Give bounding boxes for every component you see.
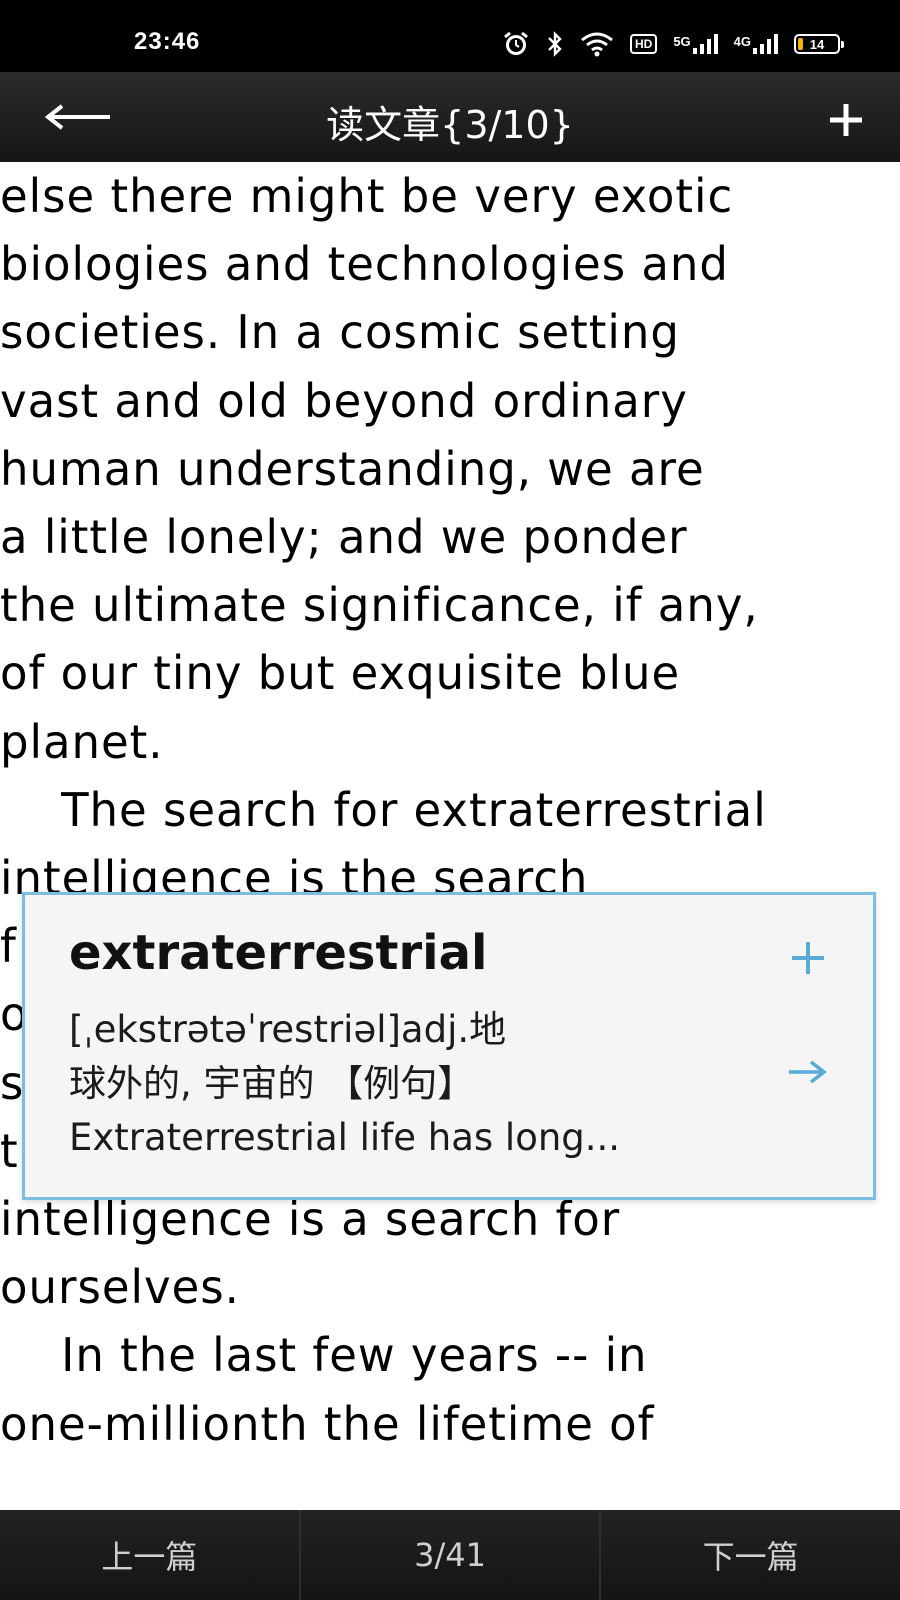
article-line: the ultimate significance, if any, [0,578,759,633]
wifi-icon [580,31,614,57]
article-line: one-millionth the lifetime of [0,1396,655,1451]
battery-level: 14 [809,36,825,52]
app-header: 读文章{3/10} [0,72,900,162]
hd-icon: HD [629,34,658,54]
signal-5g-icon: 5G [673,34,718,54]
dictionary-popup[interactable]: extraterrestrial [ˌekstrətəˈrestriəl]adj… [22,892,876,1200]
article-content[interactable]: else there might be very exotic biologies… [0,162,900,1510]
next-article-button[interactable]: 下一篇 [601,1510,900,1600]
article-line: vast and old beyond ordinary [0,373,688,428]
article-line: human understanding, we are [0,441,705,496]
add-word-plus-icon[interactable] [789,939,827,977]
status-icons: HD 5G 4G 14 [502,30,844,58]
signal-4g-icon: 4G [734,34,778,54]
bottom-nav-bar: 上一篇 3/41 下一篇 [0,1510,900,1600]
article-line: societies. In a cosmic setting [0,305,680,360]
definition-line: Extraterrestrial life has long... [69,1116,621,1159]
plus-icon[interactable] [828,102,864,138]
popup-word: extraterrestrial [69,925,488,981]
status-bar: 23:46 HD 5G 4G 14 [0,0,900,72]
arrow-right-icon[interactable] [787,1055,827,1089]
article-line: ourselves. [0,1260,240,1315]
article-line: of our tiny but exquisite blue [0,646,681,701]
article-line: The search for extraterrestrial [0,782,767,837]
page-title: 读文章{3/10} [326,103,574,147]
article-line: In the last few years -- in [0,1328,648,1383]
status-time: 23:46 [134,28,201,55]
battery-icon: 14 [794,34,844,54]
prev-article-button[interactable]: 上一篇 [0,1510,299,1600]
article-line: a little lonely; and we ponder [0,510,688,565]
article-line: else there might be very exotic [0,169,734,223]
net-4g-label: 4G [733,34,751,49]
article-line: planet. [0,714,164,769]
article-line: biologies and technologies and [0,237,729,292]
definition-line: [ˌekstrətəˈrestriəl]adj.地 [69,1008,507,1051]
article-text[interactable]: else there might be very exotic biologies… [0,162,880,1458]
definition-line: 球外的, 宇宙的 【例句】 [69,1062,475,1105]
net-5g-label: 5G [673,34,691,49]
battery-fill [798,38,803,50]
popup-definition: [ˌekstrətəˈrestriəl]adj.地 球外的, 宇宙的 【例句】 … [69,1003,769,1165]
page-indicator: 3/41 [414,1536,486,1574]
alarm-icon [502,30,530,58]
bluetooth-icon [546,31,564,57]
